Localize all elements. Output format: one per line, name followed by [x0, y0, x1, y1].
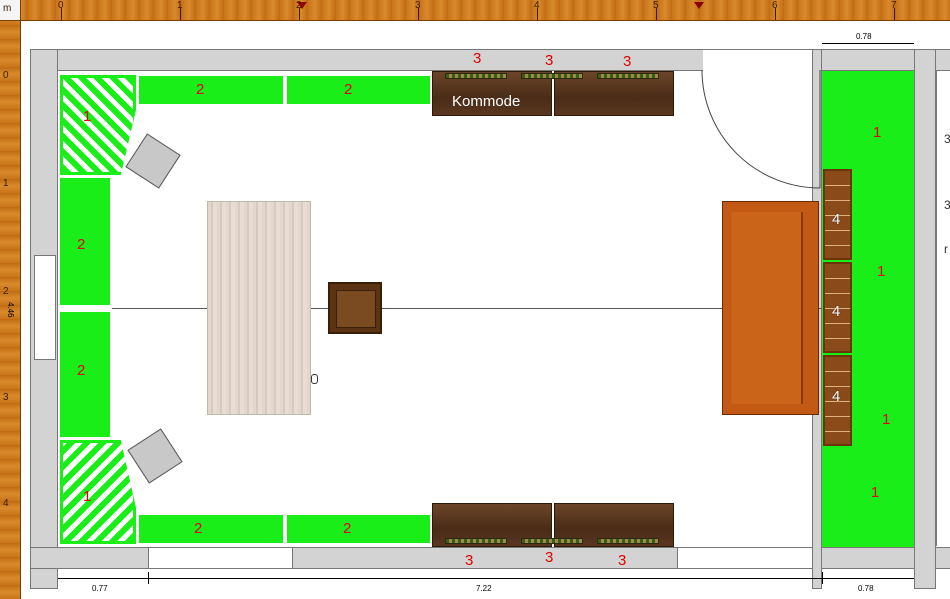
bench-label: 2 — [344, 81, 353, 98]
window-left[interactable] — [34, 255, 56, 360]
wall-right[interactable] — [914, 49, 936, 589]
corner-seat-top[interactable] — [60, 75, 136, 175]
ruler-corner: m — [0, 0, 21, 21]
ruler-tick-label: 1 — [177, 0, 183, 11]
ruler-unit-label: m — [3, 3, 12, 14]
plant-strip[interactable] — [521, 538, 583, 544]
dining-table[interactable] — [207, 201, 311, 415]
ruler-tick-label: 4 — [3, 498, 9, 509]
ruler-tick-label: 4 — [534, 0, 540, 11]
dimension-line — [822, 43, 914, 44]
dimension-label: 4.46 — [6, 302, 15, 318]
ruler-marker-icon[interactable] — [694, 2, 704, 9]
top-ruler[interactable] — [0, 0, 950, 21]
window-bottom-left[interactable] — [148, 547, 293, 569]
cursor-icon — [311, 374, 318, 384]
bench-label: 2 — [343, 520, 352, 537]
kommode-label: Kommode — [452, 93, 521, 110]
dimension-tick — [822, 572, 823, 584]
plant-label: 3 — [465, 552, 474, 569]
ruler-tick-label: 1 — [3, 178, 9, 189]
dimension-label: 0.78 — [856, 32, 872, 41]
ruler-tick-label: 6 — [772, 0, 778, 11]
seat-label: 1 — [83, 488, 92, 505]
zone-label: 1 — [871, 484, 880, 501]
zone-label: 1 — [882, 411, 891, 428]
seat-label: 2 — [77, 362, 86, 379]
plant-label: 3 — [618, 552, 627, 569]
ruler-tick-label: 0 — [58, 0, 64, 11]
edge-text: 3 — [944, 132, 950, 146]
plant-label: 3 — [473, 50, 482, 67]
bench-label: 2 — [196, 81, 205, 98]
edge-text: r — [944, 242, 948, 256]
bench-bottom-1[interactable] — [139, 515, 283, 543]
ruler-tick-label: 0 — [3, 70, 9, 81]
bench-bottom-2[interactable] — [287, 515, 430, 543]
seat-label: 1 — [83, 108, 92, 125]
ruler-marker-icon[interactable] — [297, 2, 307, 9]
plant-label: 3 — [545, 549, 554, 566]
dimension-line — [58, 578, 914, 579]
window-bottom-right[interactable] — [677, 547, 822, 569]
plant-strip[interactable] — [597, 73, 659, 79]
shelf-label: 4 — [832, 211, 841, 228]
zone-label: 1 — [873, 124, 882, 141]
ruler-tick-label: 2 — [3, 286, 9, 297]
ruler-tick-label: 3 — [3, 392, 9, 403]
dimension-label: 0.77 — [92, 584, 108, 593]
plant-strip[interactable] — [597, 538, 659, 544]
bench-top-2[interactable] — [287, 76, 430, 104]
plant-strip[interactable] — [445, 538, 507, 544]
ruler-tick-label: 7 — [891, 0, 897, 11]
ruler-tick-label: 3 — [415, 0, 421, 11]
side-table-bottom[interactable] — [127, 428, 183, 484]
plant-strip[interactable] — [445, 73, 507, 79]
corner-seat-bottom[interactable] — [60, 440, 136, 544]
door-swing-icon[interactable] — [700, 68, 825, 193]
plant-strip[interactable] — [521, 73, 583, 79]
dimension-label: 0.78 — [858, 584, 874, 593]
ruler-tick-label: 5 — [653, 0, 659, 11]
dimension-tick — [148, 572, 149, 584]
sofa-seat — [731, 212, 803, 404]
plant-label: 3 — [623, 53, 632, 70]
bench-label: 2 — [194, 520, 203, 537]
zone-label: 1 — [877, 263, 886, 280]
shelf-label: 4 — [832, 303, 841, 320]
edge-text: 3 — [944, 198, 950, 212]
plant-label: 3 — [545, 52, 554, 69]
side-table-top[interactable] — [125, 133, 181, 189]
shelf-label: 4 — [832, 388, 841, 405]
dimension-label: 7.22 — [476, 584, 492, 593]
seat-label: 2 — [77, 236, 86, 253]
box-cabinet-inner — [336, 290, 376, 328]
sofa[interactable] — [722, 201, 819, 415]
box-cabinet[interactable] — [328, 282, 382, 334]
bench-top-1[interactable] — [139, 76, 283, 104]
